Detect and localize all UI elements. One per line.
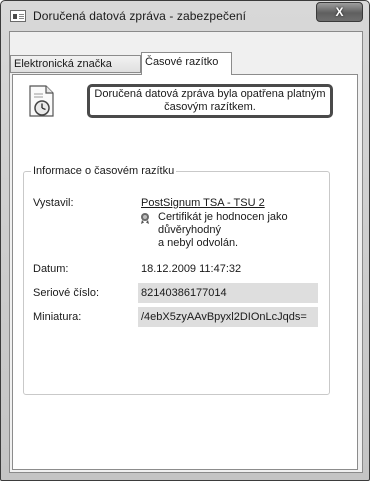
- close-button[interactable]: X: [316, 2, 363, 22]
- certificate-status: Certifikát je hodnocen jako důvěryhodný …: [158, 211, 343, 250]
- cert-status-line-2: a nebyl odvolán.: [158, 237, 239, 249]
- issuer-label: Vystavil:: [33, 197, 74, 209]
- banner-line-1: Doručená datová zpráva byla opatřena pla…: [94, 88, 326, 100]
- cert-status-line-1: Certifikát je hodnocen jako důvěryhodný: [158, 211, 288, 236]
- serial-field[interactable]: 82140386177014: [138, 283, 318, 303]
- serial-label: Seriové číslo:: [33, 287, 100, 299]
- window-icon: [10, 10, 26, 22]
- date-label: Datum:: [33, 263, 69, 275]
- issuer-link[interactable]: PostSignum TSA - TSU 2: [141, 197, 265, 209]
- group-legend: Informace o časovém razítku: [31, 165, 177, 177]
- title-bar[interactable]: Doručená datová zpráva - zabezpečení X: [1, 1, 369, 31]
- status-banner: Doručená datová zpráva byla opatřena pla…: [87, 84, 333, 118]
- tab-electronic-mark[interactable]: Elektronická značka: [10, 55, 141, 73]
- document-clock-icon: [29, 85, 54, 117]
- dialog-client: Elektronická značka Časové razítko Doruč…: [9, 31, 363, 473]
- tab-strip: Elektronická značka Časové razítko: [10, 32, 362, 75]
- tab-timestamp[interactable]: Časové razítko: [141, 52, 232, 75]
- date-value: 18.12.2009 11:47:32: [141, 263, 242, 275]
- thumbnail-label: Miniatura:: [33, 311, 82, 323]
- window-title: Doručená datová zpráva - zabezpečení: [33, 9, 247, 23]
- certificate-icon: [141, 213, 149, 224]
- tab-page-timestamp: Doručená datová zpráva byla opatřena pla…: [12, 74, 358, 470]
- dialog-window: Doručená datová zpráva - zabezpečení X E…: [0, 0, 370, 481]
- thumbnail-field[interactable]: /4ebX5zyAAvBpyxl2DIOnLcJqds=: [138, 307, 318, 327]
- banner-line-2: časovým razítkem.: [164, 101, 256, 113]
